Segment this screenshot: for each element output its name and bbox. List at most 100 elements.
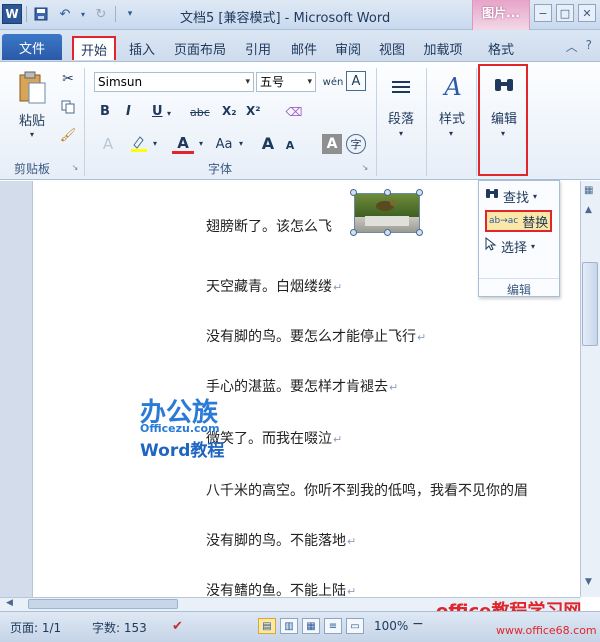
undo-dropdown-icon[interactable]: ▾ [79, 4, 87, 24]
print-layout-view-icon[interactable]: ▤ [258, 618, 276, 634]
resize-handle[interactable] [384, 189, 391, 196]
paragraph-button[interactable]: 段落 [380, 108, 422, 127]
superscript-button[interactable]: X² [246, 104, 261, 118]
strikethrough-button[interactable]: abc [190, 106, 210, 119]
resize-handle[interactable] [416, 189, 423, 196]
group-separator [376, 68, 377, 176]
resize-handle[interactable] [350, 229, 357, 236]
resize-handle[interactable] [350, 189, 357, 196]
tab-mailings[interactable]: 邮件 [286, 36, 322, 60]
underline-button[interactable]: U [152, 104, 163, 119]
document-line: 翅膀断了。该怎么飞 [206, 219, 332, 235]
document-line: 没有脚的鸟。不能落地↵ [206, 533, 357, 549]
tab-references[interactable]: 引用 [240, 36, 276, 60]
editing-dropdown-panel: 查找 ▾ ab→ac 替换 选择 ▾ 编辑 [478, 180, 560, 297]
document-line: 微笑了。而我在啜泣↵ [206, 431, 343, 447]
select-menu-item[interactable]: 选择 ▾ [485, 235, 535, 257]
shrink-font-button[interactable]: A [282, 136, 298, 154]
tab-page-layout[interactable]: 页面布局 [168, 36, 232, 60]
redo-icon[interactable]: ↻ [91, 4, 111, 24]
watermark-logo-subtitle: Word教程 [140, 441, 225, 461]
paste-button[interactable]: 粘贴 [10, 110, 54, 129]
group-separator [476, 68, 477, 176]
word-count[interactable]: 字数: 153 [92, 619, 147, 636]
outline-view-icon[interactable]: ≡ [324, 618, 342, 634]
draft-view-icon[interactable]: ▭ [346, 618, 364, 634]
group-separator [84, 68, 85, 176]
ruler-toggle-icon[interactable]: ▦ [584, 185, 593, 196]
tab-review[interactable]: 审阅 [330, 36, 366, 60]
tab-file[interactable]: 文件 [2, 34, 62, 60]
restore-button[interactable]: □ [556, 4, 574, 22]
grow-font-button[interactable]: A [258, 132, 278, 154]
vertical-scrollbar[interactable]: ▦ ▲ ▼ [580, 181, 600, 597]
minimize-button[interactable]: − [534, 4, 552, 22]
styles-button[interactable]: 样式 [430, 108, 474, 127]
paragraph-dropdown-icon[interactable]: ▾ [396, 128, 406, 138]
clipboard-launcher-icon[interactable]: ↘ [70, 162, 80, 172]
format-painter-icon[interactable]: 🖌 [58, 126, 78, 144]
highlight-dropdown-icon[interactable]: ▾ [150, 138, 160, 148]
zoom-out-button[interactable]: − [412, 616, 424, 632]
change-case-dropdown-icon[interactable]: ▾ [236, 138, 246, 148]
replace-menu-item[interactable]: ab→ac 替换 [485, 210, 553, 232]
customize-qat-icon[interactable]: ▾ [120, 4, 140, 24]
clipboard-group-label: 剪贴板 [13, 162, 50, 176]
clear-formatting-icon[interactable]: ⌫ [284, 102, 304, 122]
selected-picture[interactable] [354, 193, 420, 233]
close-button[interactable]: ✕ [578, 4, 596, 22]
tab-insert[interactable]: 插入 [124, 36, 160, 60]
paste-dropdown-icon[interactable]: ▾ [26, 128, 38, 140]
enclose-char-icon[interactable]: 字 [346, 134, 366, 154]
char-shading-button[interactable]: A [322, 134, 342, 154]
bold-button[interactable]: B [100, 104, 110, 119]
font-size-select[interactable]: 五号 ▾ [256, 72, 316, 92]
vertical-scroll-thumb[interactable] [582, 262, 598, 346]
cut-icon[interactable]: ✂ [58, 70, 78, 88]
paste-icon[interactable] [10, 68, 54, 108]
page-count[interactable]: 页面: 1/1 [10, 619, 61, 636]
zoom-level[interactable]: 100% [374, 619, 408, 633]
collapse-ribbon-icon[interactable]: ︿ [566, 38, 578, 55]
styles-icon[interactable]: A [436, 70, 470, 104]
char-border-icon[interactable]: A [346, 71, 366, 91]
subscript-button[interactable]: X₂ [222, 104, 237, 118]
paragraph-mark: ↵ [333, 433, 343, 446]
italic-button[interactable]: I [126, 104, 131, 119]
font-color-dropdown-icon[interactable]: ▾ [196, 138, 206, 148]
word-app-icon[interactable]: W [2, 4, 22, 24]
copy-icon[interactable] [58, 98, 78, 116]
font-launcher-icon[interactable]: ↘ [360, 162, 370, 172]
qat-separator [115, 6, 116, 22]
horizontal-scroll-thumb[interactable] [28, 599, 178, 609]
underline-dropdown-icon[interactable]: ▾ [164, 108, 174, 118]
text-effects-icon[interactable]: A [98, 134, 118, 154]
quick-access-toolbar: W ↶ ▾ ↻ ▾ [2, 4, 140, 24]
paragraph-icon[interactable] [384, 72, 418, 104]
full-screen-view-icon[interactable]: ▥ [280, 618, 298, 634]
font-color-button[interactable]: A [172, 134, 194, 154]
scroll-up-icon[interactable]: ▲ [585, 205, 592, 215]
paragraph-mark: ↵ [389, 381, 399, 394]
highlight-icon[interactable] [128, 134, 150, 154]
save-icon[interactable] [31, 4, 51, 24]
proofing-icon[interactable]: ✔ [172, 619, 183, 634]
change-case-button[interactable]: Aa [212, 134, 236, 154]
chevron-down-icon: ▾ [307, 77, 312, 87]
scroll-left-icon[interactable]: ◀ [6, 598, 13, 608]
styles-dropdown-icon[interactable]: ▾ [446, 128, 456, 138]
tab-format[interactable]: 格式 [473, 36, 529, 60]
resize-handle[interactable] [384, 229, 391, 236]
tab-home[interactable]: 开始 [72, 36, 116, 60]
help-icon[interactable]: ? [586, 38, 592, 55]
web-layout-view-icon[interactable]: ▦ [302, 618, 320, 634]
find-menu-item[interactable]: 查找 ▾ [485, 185, 537, 207]
tab-view[interactable]: 视图 [374, 36, 410, 60]
resize-handle[interactable] [416, 229, 423, 236]
undo-icon[interactable]: ↶ [55, 4, 75, 24]
phonetic-guide-icon[interactable]: wén [322, 71, 344, 93]
font-name-select[interactable]: Simsun ▾ [94, 72, 254, 92]
tab-addins[interactable]: 加载项 [418, 36, 468, 60]
group-separator [426, 68, 427, 176]
scroll-down-icon[interactable]: ▼ [585, 577, 592, 587]
